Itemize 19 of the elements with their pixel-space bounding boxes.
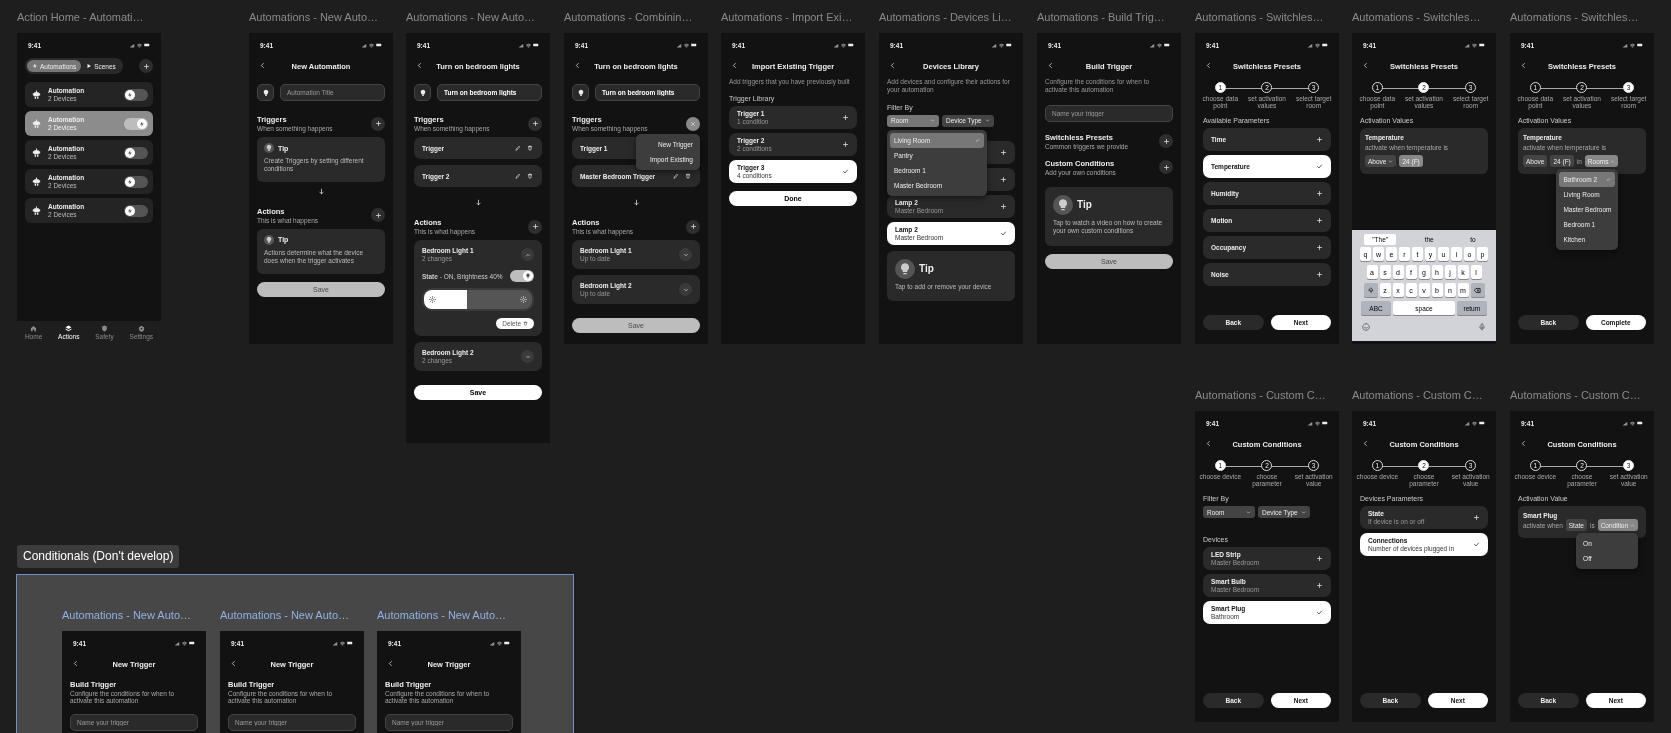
frame-title: Automations - Import Exi…	[721, 11, 853, 23]
frame-title: Automations - New Auto…	[406, 11, 535, 23]
frame-title: Automations - Custom C…	[1352, 389, 1483, 401]
frame-title: Automations - New Auto…	[249, 11, 378, 23]
tip-title: Tip	[919, 263, 934, 275]
frame-title: Automations - New Auto…	[220, 609, 349, 621]
group-label: Conditionals (Don't develop)	[17, 545, 180, 568]
frame-title: Automations - Switchles…	[1510, 11, 1639, 23]
frame-title: Action Home - Automati…	[17, 11, 144, 23]
frame-title: Automations - Switchles…	[1352, 11, 1481, 23]
frame-title: Automations - Custom C…	[1510, 389, 1641, 401]
frame-title: Automations - New Auto…	[377, 609, 506, 621]
tip-title: Tip	[1077, 199, 1092, 211]
frame-title: Automations - Build Trig…	[1037, 11, 1165, 23]
frame-title: Automations - Switchles…	[1195, 11, 1324, 23]
frame-title: Automations - Combinin…	[564, 11, 693, 23]
frame-title: Automations - Custom C…	[1195, 389, 1326, 401]
frame-title: Automations - New Auto…	[62, 609, 191, 621]
frame-title: Automations - Devices Li…	[879, 11, 1012, 23]
